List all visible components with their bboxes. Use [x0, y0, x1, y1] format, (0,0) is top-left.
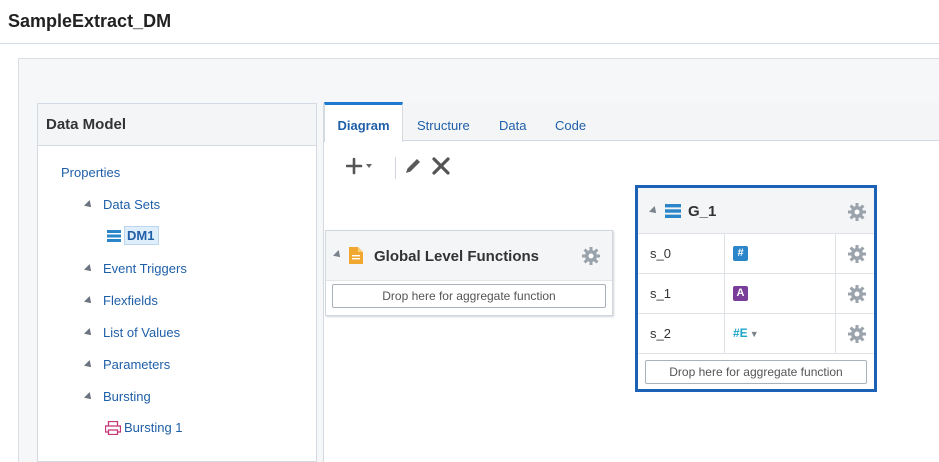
tree-item-event-triggers[interactable]: Event Triggers [84, 261, 187, 276]
text-type-icon: A [733, 286, 748, 301]
global-level-functions-box[interactable]: Global Level Functions Drop here for agg… [325, 230, 613, 316]
collapse-triangle-icon[interactable] [84, 263, 94, 274]
group-g1-box[interactable]: G_1 s_0 # s_1 A s_2 #E ▼ Drop here for a… [635, 185, 877, 392]
tree-item-bursting-1[interactable]: Bursting 1 [105, 420, 183, 436]
document-icon [349, 247, 363, 264]
tree-item-list-of-values[interactable]: List of Values [84, 325, 181, 340]
element-name: s_1 [650, 286, 671, 301]
tree-item-parameters[interactable]: Parameters [84, 357, 171, 372]
collapse-triangle-icon[interactable] [84, 359, 94, 370]
tree-item-label: List of Values [103, 325, 181, 340]
tree-item-label: Data Sets [103, 197, 161, 212]
glf-header: Global Level Functions [326, 231, 612, 281]
collapse-triangle-icon[interactable] [84, 327, 94, 338]
collapse-triangle-icon[interactable] [84, 295, 94, 306]
group-title: G_1 [688, 203, 717, 220]
tab-bar: Diagram Structure Data Code [324, 102, 939, 142]
collapse-triangle-icon[interactable] [649, 206, 659, 216]
number-type-icon: # [733, 246, 748, 261]
toolbar-separator [395, 157, 396, 179]
tree-item-bursting[interactable]: Bursting [84, 389, 151, 404]
tree-item-label: Bursting 1 [124, 420, 183, 435]
delete-x-icon[interactable] [430, 155, 452, 177]
element-type-label: #E [733, 326, 748, 340]
gear-icon[interactable] [582, 247, 600, 265]
collapse-triangle-icon[interactable] [84, 199, 94, 210]
tab-data[interactable]: Data [499, 118, 526, 133]
collapse-triangle-icon[interactable] [84, 391, 94, 402]
gear-icon[interactable] [848, 245, 866, 263]
tree-item-label: Event Triggers [103, 261, 187, 276]
gear-icon[interactable] [848, 203, 866, 221]
tree-item-properties[interactable]: Properties [61, 165, 120, 180]
element-type-dropdown-icon[interactable]: #E ▼ [733, 326, 759, 340]
page-title: SampleExtract_DM [8, 11, 172, 31]
tree-item-label: Flexfields [103, 293, 158, 308]
group-row-s0[interactable]: s_0 # [638, 234, 874, 274]
tab-diagram[interactable]: Diagram [324, 102, 403, 142]
tree-item-label: Bursting [103, 389, 151, 404]
collapse-triangle-icon[interactable] [333, 250, 343, 260]
dataset-icon [107, 229, 121, 242]
panel-header: Data Model [38, 104, 316, 146]
gear-icon[interactable] [848, 285, 866, 303]
group-row-s1[interactable]: s_1 A [638, 274, 874, 314]
data-model-panel: Data Model Properties Data Sets DM1 Even… [37, 103, 317, 462]
printer-icon [105, 420, 121, 435]
add-dropdown-icon[interactable] [346, 155, 376, 177]
tree-item-label: DM1 [124, 226, 160, 245]
tree-item-label: Parameters [103, 357, 171, 372]
pencil-icon[interactable] [403, 155, 423, 177]
aggregate-drop-zone[interactable]: Drop here for aggregate function [645, 360, 867, 384]
element-name: s_0 [650, 246, 671, 261]
tab-structure[interactable]: Structure [417, 118, 470, 133]
title-bar: SampleExtract_DM [0, 0, 939, 44]
tree-item-dm1[interactable]: DM1 [107, 226, 160, 245]
group-header: G_1 [638, 188, 874, 234]
tree-item-data-sets[interactable]: Data Sets [84, 197, 161, 212]
dataset-icon [665, 204, 681, 218]
tab-code[interactable]: Code [555, 118, 586, 133]
group-row-s2[interactable]: s_2 #E ▼ [638, 314, 874, 354]
element-name: s_2 [650, 326, 671, 341]
aggregate-drop-zone[interactable]: Drop here for aggregate function [332, 284, 606, 308]
tree-item-flexfields[interactable]: Flexfields [84, 293, 158, 308]
gear-icon[interactable] [848, 325, 866, 343]
glf-title: Global Level Functions [374, 248, 540, 265]
